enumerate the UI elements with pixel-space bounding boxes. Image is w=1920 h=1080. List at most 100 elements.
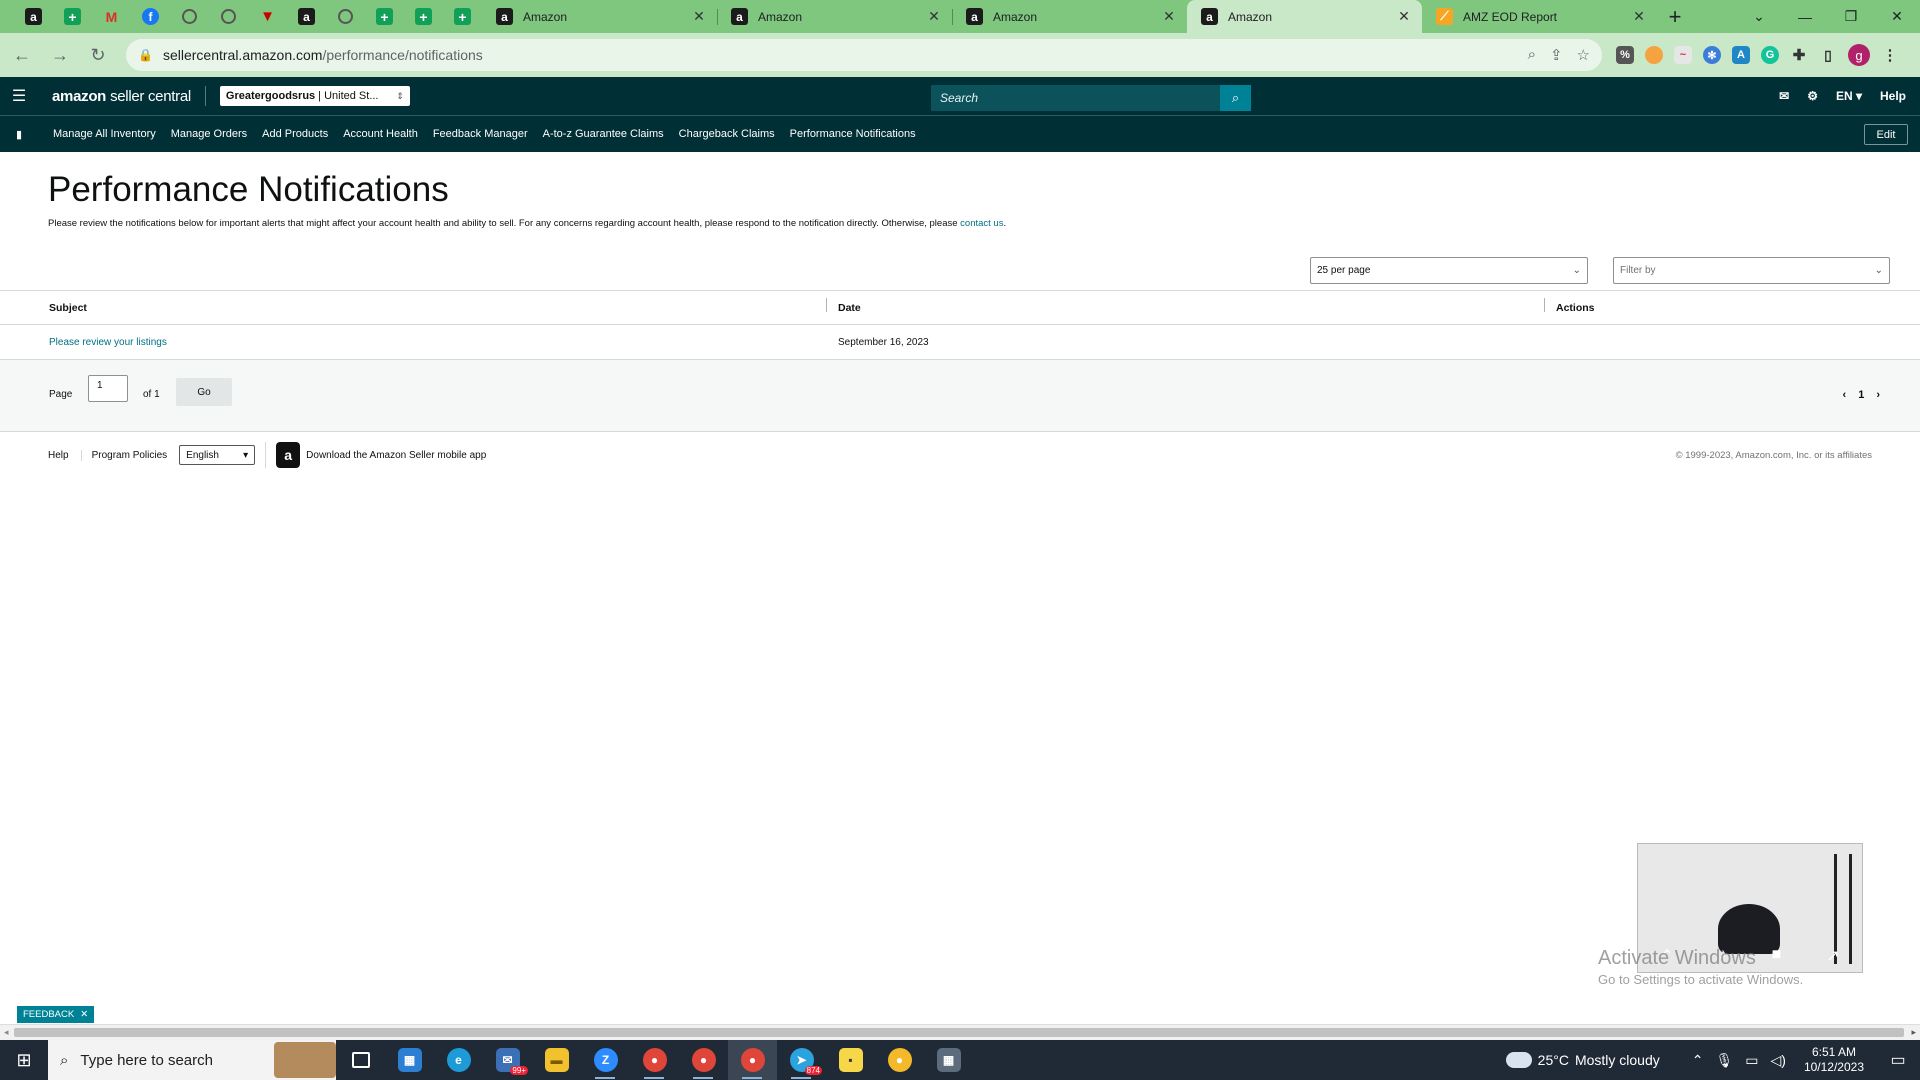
- nav-account-health[interactable]: Account Health: [343, 128, 418, 140]
- pinned-tab-globe[interactable]: [209, 0, 248, 33]
- store-icon[interactable]: ▦: [385, 1040, 434, 1080]
- browser-tab-active[interactable]: a Amazon ✕: [1187, 0, 1422, 33]
- pinned-tab-globe[interactable]: [170, 0, 209, 33]
- network-icon[interactable]: ▭: [1745, 1052, 1758, 1069]
- nav-chargeback-claims[interactable]: Chargeback Claims: [679, 128, 775, 140]
- current-page[interactable]: 1: [1858, 389, 1864, 401]
- edit-nav-button[interactable]: Edit: [1864, 124, 1908, 145]
- side-panel-icon[interactable]: ▯: [1819, 46, 1837, 64]
- pinned-tab-sheets[interactable]: +: [443, 0, 482, 33]
- restore-icon[interactable]: ❐: [1828, 0, 1874, 33]
- volume-icon[interactable]: ◁): [1771, 1052, 1786, 1069]
- forward-icon[interactable]: →: [44, 39, 76, 71]
- tab-close-icon[interactable]: ✕: [691, 8, 707, 25]
- footer-policies-link[interactable]: Program Policies: [80, 449, 167, 461]
- browser-tab[interactable]: ⟋ AMZ EOD Report ✕: [1422, 0, 1657, 33]
- filter-select[interactable]: Filter by ⌄: [1613, 257, 1890, 284]
- taskbar-search[interactable]: ⌕ Type here to search: [48, 1040, 336, 1080]
- notifications-icon[interactable]: ▭: [1886, 1050, 1910, 1070]
- chart-extension-icon[interactable]: ~: [1674, 46, 1692, 64]
- profile-avatar[interactable]: g: [1848, 44, 1870, 66]
- telegram-icon[interactable]: ➤ 874: [777, 1040, 826, 1080]
- address-bar[interactable]: 🔒 sellercentral.amazon.com/performance/n…: [126, 39, 1602, 71]
- hamburger-menu-icon[interactable]: ☰: [0, 86, 38, 106]
- contact-us-link[interactable]: contact us: [960, 218, 1003, 229]
- mail-icon[interactable]: ✉: [1779, 89, 1789, 103]
- nav-performance-notifications[interactable]: Performance Notifications: [790, 128, 916, 140]
- notification-subject-link[interactable]: Please review your listings: [49, 337, 167, 348]
- tab-close-icon[interactable]: ✕: [926, 8, 942, 25]
- seller-central-logo[interactable]: amazon seller central: [52, 86, 206, 106]
- language-selector[interactable]: EN ▾: [1836, 89, 1862, 103]
- mail-app-icon[interactable]: ✉ 99+: [483, 1040, 532, 1080]
- extension-icon[interactable]: ✻: [1703, 46, 1721, 64]
- store-selector[interactable]: Greatergoodsrus | United St... ⇕: [219, 86, 410, 106]
- window-close-icon[interactable]: ✕: [1874, 0, 1920, 33]
- back-icon[interactable]: ←: [6, 39, 38, 71]
- tab-close-icon[interactable]: ✕: [1161, 8, 1177, 25]
- chrome-icon[interactable]: ●: [630, 1040, 679, 1080]
- pinned-tab-sheets[interactable]: +: [404, 0, 443, 33]
- new-tab-button[interactable]: +: [1657, 0, 1693, 33]
- pinned-tab-amazon[interactable]: a: [287, 0, 326, 33]
- search-button[interactable]: ⌕: [1220, 85, 1251, 111]
- tab-close-icon[interactable]: ✕: [1631, 8, 1647, 25]
- lock-icon[interactable]: 🔒: [138, 48, 153, 62]
- search-input[interactable]: [931, 85, 1220, 111]
- nav-add-products[interactable]: Add Products: [262, 128, 328, 140]
- page-number-input[interactable]: 1: [88, 375, 128, 402]
- reload-icon[interactable]: ↻: [82, 39, 114, 71]
- grammarly-icon[interactable]: G: [1761, 46, 1779, 64]
- nav-a-to-z-claims[interactable]: A-to-z Guarantee Claims: [543, 128, 664, 140]
- browser-tab[interactable]: a Amazon ✕: [952, 0, 1187, 33]
- tab-close-icon[interactable]: ✕: [1396, 8, 1412, 25]
- star-icon[interactable]: ☆: [1577, 46, 1590, 64]
- zoom-icon[interactable]: ⌕: [1528, 46, 1536, 64]
- scroll-right-icon[interactable]: ▸: [1911, 1027, 1916, 1038]
- chrome-icon[interactable]: ●: [875, 1040, 924, 1080]
- app-download-link[interactable]: a Download the Amazon Seller mobile app: [265, 442, 486, 468]
- chrome-icon[interactable]: ●: [728, 1040, 777, 1080]
- chevron-up-icon[interactable]: ⌃: [1692, 1052, 1704, 1069]
- clock[interactable]: 6:51 AM 10/12/2023: [1804, 1045, 1864, 1075]
- browser-tab[interactable]: a Amazon ✕: [717, 0, 952, 33]
- sticky-notes-icon[interactable]: ▪: [826, 1040, 875, 1080]
- help-link[interactable]: Help: [1880, 89, 1906, 103]
- scroll-left-icon[interactable]: ◂: [4, 1027, 9, 1038]
- gear-icon[interactable]: ⚙: [1807, 89, 1818, 103]
- footer-language-select[interactable]: English ▾: [179, 445, 256, 465]
- nav-manage-all-inventory[interactable]: Manage All Inventory: [53, 128, 156, 140]
- browser-tab[interactable]: a Amazon ✕: [482, 0, 717, 33]
- horizontal-scrollbar[interactable]: ◂ ▸: [0, 1024, 1920, 1040]
- footer-help-link[interactable]: Help: [48, 450, 69, 461]
- menu-icon[interactable]: ⋮: [1881, 46, 1899, 64]
- task-view-icon[interactable]: [336, 1040, 385, 1080]
- bookmark-icon[interactable]: ▮: [0, 128, 38, 141]
- puzzle-icon[interactable]: ✚: [1790, 46, 1808, 64]
- pinned-tab-amazon[interactable]: a: [14, 0, 53, 33]
- pinned-tab-sheets[interactable]: +: [365, 0, 404, 33]
- popout-icon[interactable]: ↗: [1826, 946, 1839, 966]
- close-icon[interactable]: ✕: [80, 1009, 88, 1020]
- pinned-tab-globe[interactable]: [326, 0, 365, 33]
- nav-feedback-manager[interactable]: Feedback Manager: [433, 128, 528, 140]
- extension-icon[interactable]: A: [1732, 46, 1750, 64]
- calculator-icon[interactable]: ▦: [924, 1040, 973, 1080]
- tab-search-icon[interactable]: ⌄: [1736, 0, 1782, 33]
- chevron-left-icon[interactable]: ‹: [1843, 389, 1847, 401]
- windows-start-icon[interactable]: ⊞: [0, 1040, 48, 1080]
- minimize-icon[interactable]: —: [1782, 0, 1828, 33]
- chevron-right-icon[interactable]: ›: [1876, 389, 1880, 401]
- chrome-icon[interactable]: ●: [679, 1040, 728, 1080]
- extension-icon[interactable]: [1645, 46, 1663, 64]
- pinned-tab-gmail[interactable]: M: [92, 0, 131, 33]
- nav-manage-orders[interactable]: Manage Orders: [171, 128, 247, 140]
- share-icon[interactable]: ⇪: [1550, 46, 1563, 64]
- scrollbar-thumb[interactable]: [14, 1028, 1904, 1037]
- pinned-tab-sheets[interactable]: +: [53, 0, 92, 33]
- edge-icon[interactable]: e: [434, 1040, 483, 1080]
- file-explorer-icon[interactable]: ▬: [532, 1040, 581, 1080]
- pinned-tab-facebook[interactable]: f: [131, 0, 170, 33]
- go-button[interactable]: Go: [176, 378, 232, 406]
- per-page-select[interactable]: 25 per page ⌄: [1310, 257, 1588, 284]
